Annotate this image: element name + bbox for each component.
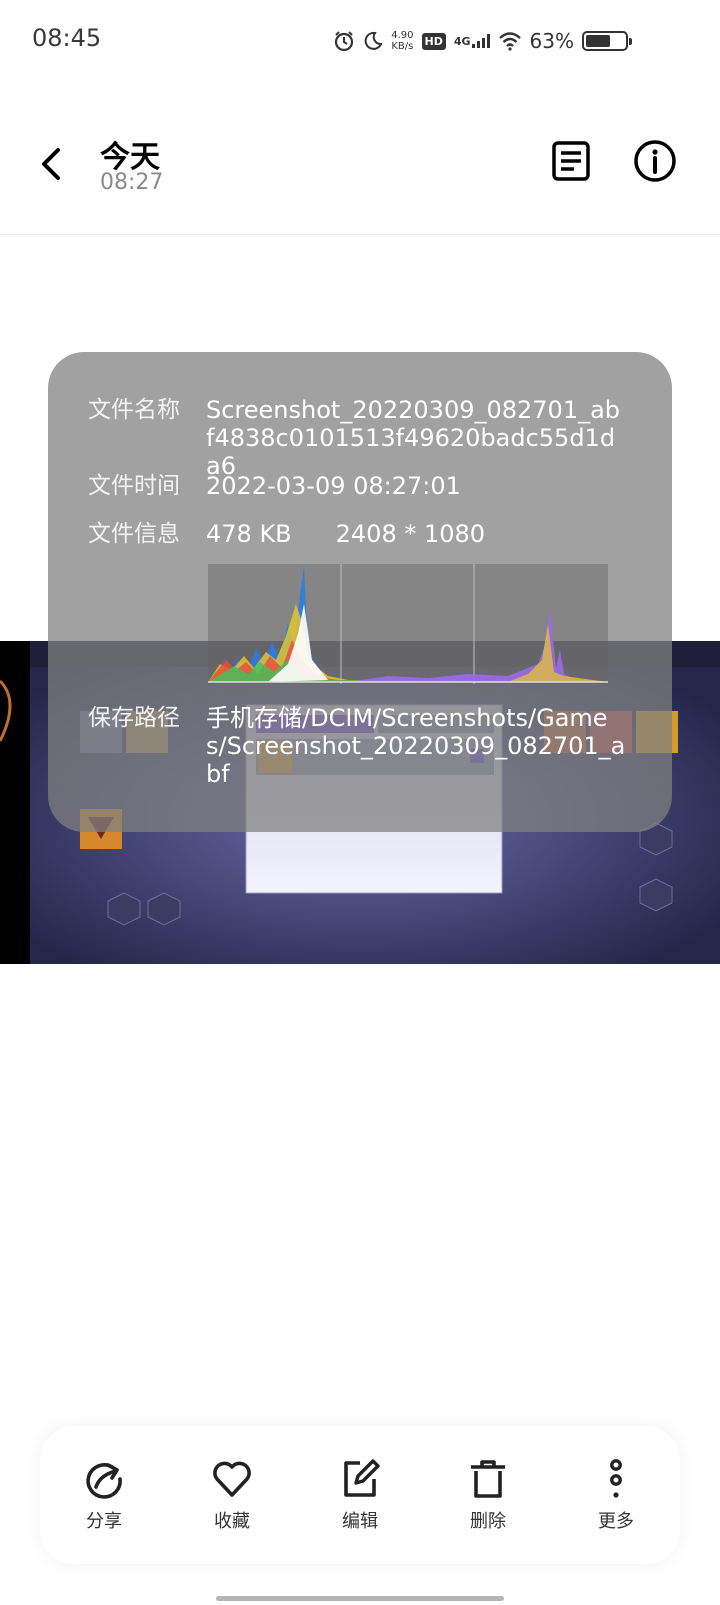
battery-percent: 63% xyxy=(529,29,574,53)
edit-label: 编辑 xyxy=(342,1511,378,1532)
share-icon xyxy=(86,1463,122,1499)
share-button[interactable]: 分享 xyxy=(54,1457,154,1533)
file-details-value: 478 KB 2408 * 1080 xyxy=(206,520,626,548)
do-not-disturb-moon-icon xyxy=(364,31,383,50)
file-dimensions: 2408 * 1080 xyxy=(335,520,486,548)
share-label: 分享 xyxy=(86,1511,122,1532)
file-details-row: 文件信息 478 KB 2408 * 1080 xyxy=(88,520,626,548)
hd-badge: HD xyxy=(421,32,446,50)
heart-icon xyxy=(213,1461,251,1497)
back-button[interactable] xyxy=(34,140,70,188)
net-speed: 4.90 KB/s xyxy=(391,30,413,52)
file-time-label: 文件时间 xyxy=(88,473,180,499)
file-details-label: 文件信息 xyxy=(88,521,180,547)
save-path-row: 保存路径 手机存储/DCIM/Screenshots/Games/Screens… xyxy=(88,704,626,788)
document-icon xyxy=(552,141,590,181)
net-speed-value: 4.90 xyxy=(391,30,414,41)
info-icon xyxy=(634,140,676,182)
back-arrow-icon xyxy=(42,148,60,180)
favorite-button[interactable]: 收藏 xyxy=(182,1457,282,1533)
color-histogram xyxy=(208,564,608,684)
details-button[interactable] xyxy=(548,138,594,184)
file-info-card: 文件名称 Screenshot_20220309_082701_abf4838c… xyxy=(48,352,672,832)
net-speed-unit: KB/s xyxy=(391,41,414,52)
cell-signal-icon: 4G xyxy=(454,34,490,48)
file-size: 478 KB xyxy=(206,520,292,548)
battery-icon xyxy=(582,31,632,51)
file-time-value: 2022-03-09 08:27:01 xyxy=(206,472,461,500)
file-name-label: 文件名称 xyxy=(88,397,180,423)
more-label: 更多 xyxy=(598,1511,634,1532)
status-bar: 08:45 4.90 KB/s HD 4G 63% xyxy=(0,0,720,80)
status-icons: 4.90 KB/s HD 4G 63% xyxy=(333,26,632,56)
file-name-row: 文件名称 Screenshot_20220309_082701_abf4838c… xyxy=(88,396,626,480)
wifi-icon xyxy=(498,32,521,51)
info-button[interactable] xyxy=(632,138,678,184)
delete-label: 删除 xyxy=(470,1511,506,1532)
more-button[interactable]: 更多 xyxy=(566,1457,666,1533)
page-subtitle: 08:27 xyxy=(100,170,164,195)
histogram-graphic xyxy=(208,564,608,684)
home-indicator[interactable] xyxy=(216,1596,504,1601)
status-time: 08:45 xyxy=(32,24,102,52)
save-path-value: 手机存储/DCIM/Screenshots/Games/Screenshot_2… xyxy=(206,704,626,788)
delete-button[interactable]: 删除 xyxy=(438,1457,538,1533)
network-type: 4G xyxy=(453,35,471,48)
favorite-label: 收藏 xyxy=(214,1511,250,1532)
save-path-label: 保存路径 xyxy=(88,705,180,731)
file-time-row: 文件时间 2022-03-09 08:27:01 xyxy=(88,472,626,500)
file-name-value: Screenshot_20220309_082701_abf4838c01015… xyxy=(206,396,621,480)
edit-icon xyxy=(344,1459,380,1497)
edit-button[interactable]: 编辑 xyxy=(310,1457,410,1533)
more-vertical-icon xyxy=(610,1459,622,1498)
alarm-icon xyxy=(335,31,354,52)
bottom-action-bar: 分享 收藏 编辑 删除 更多 xyxy=(40,1426,680,1564)
trash-icon xyxy=(471,1460,505,1498)
header: 今天 08:27 xyxy=(0,110,720,235)
battery-level-fill xyxy=(586,35,610,47)
